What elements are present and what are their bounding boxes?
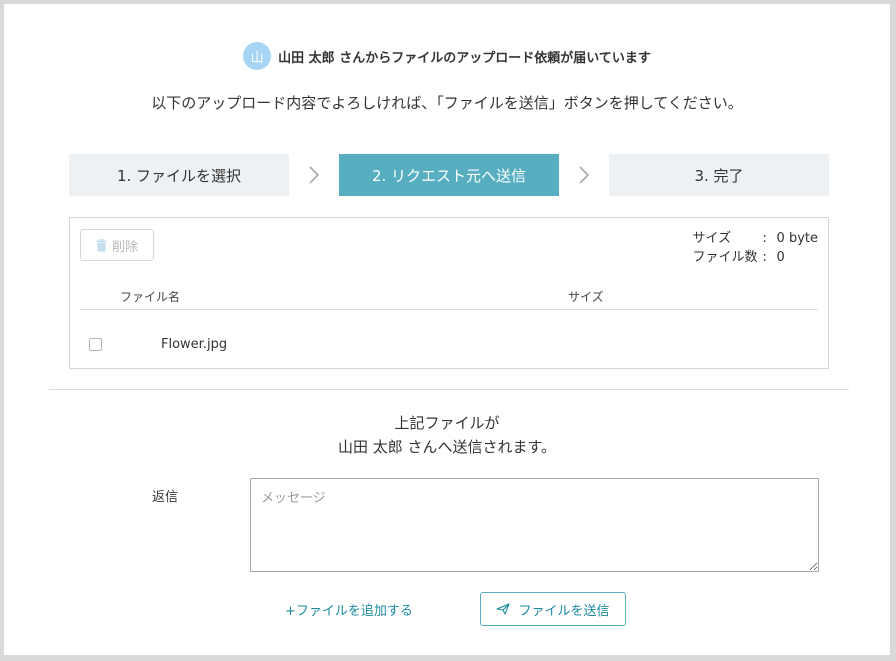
send-files-button[interactable]: ファイルを送信 (480, 592, 626, 626)
message-input[interactable] (250, 478, 819, 572)
delete-button[interactable]: 削除 (80, 229, 154, 261)
file-table-header: ファイル名 サイズ (80, 288, 818, 310)
step-send-to-requester: 2. リクエスト元へ送信 (339, 154, 559, 196)
instruction-text: 以下のアップロード内容でよろしければ、「ファイルを送信」ボタンを押してください。 (151, 94, 743, 112)
send-files-button-label: ファイルを送信 (518, 603, 610, 619)
upload-request-panel: 山 山田 太郎 さんからファイルのアップロード依頼が届いています 以下のアップロ… (4, 4, 890, 655)
delete-button-label: 削除 (111, 239, 138, 255)
trash-icon (96, 238, 107, 251)
add-file-link[interactable]: +ファイルを追加する (285, 600, 413, 619)
request-header: 山 山田 太郎 さんからファイルのアップロード依頼が届いています (4, 42, 890, 70)
chevron-right-icon (302, 163, 326, 187)
step-select-files: 1. ファイルを選択 (69, 154, 289, 196)
file-checkbox[interactable] (89, 338, 102, 351)
step-complete: 3. 完了 (609, 154, 829, 196)
column-header-filename: ファイル名 (120, 290, 181, 304)
request-message: 山田 太郎 さんからファイルのアップロード依頼が届いています (278, 50, 651, 66)
chevron-right-icon (572, 163, 596, 187)
send-notice-line1: 上記ファイルが (394, 414, 500, 432)
step-indicator: 1. ファイルを選択 2. リクエスト元へ送信 3. 完了 (69, 154, 829, 196)
table-row: Flower.jpg (80, 335, 818, 355)
summary-separator: : (762, 250, 767, 265)
total-size-value: 0 byte (776, 231, 818, 246)
send-notice-line2: 山田 太郎 さんへ送信されます。 (337, 438, 557, 456)
total-size-label: サイズ (692, 231, 732, 246)
summary-separator: : (762, 231, 767, 246)
file-list-panel: 削除 サイズ : 0 byte ファイル数 : 0 ファイル名 サイズ Flow… (69, 217, 829, 369)
send-notice: 上記ファイルが 山田 太郎 さんへ送信されます。 (4, 411, 890, 459)
file-count-label: ファイル数 (692, 250, 758, 265)
file-name: Flower.jpg (161, 337, 228, 352)
section-divider (49, 389, 849, 390)
paper-plane-icon (496, 603, 511, 615)
file-count-value: 0 (776, 250, 785, 265)
column-header-size: サイズ (568, 290, 604, 304)
reply-label: 返信 (152, 490, 179, 505)
requester-avatar: 山 (243, 42, 272, 70)
file-summary: サイズ : 0 byte ファイル数 : 0 (693, 229, 818, 267)
